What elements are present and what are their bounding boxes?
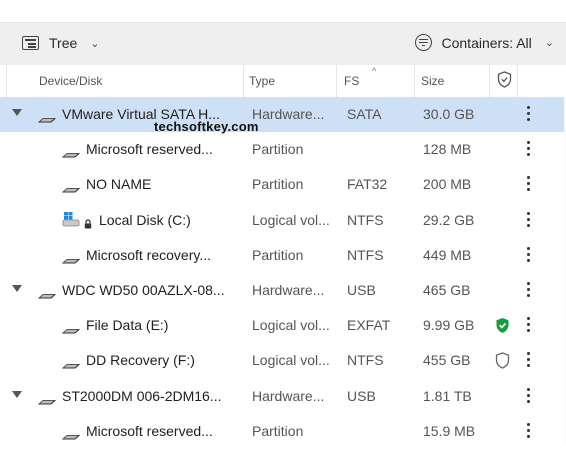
partition-name: Microsoft reserved... [86, 141, 213, 158]
disk-icon [61, 428, 81, 440]
containers-filter-label: Containers: All [441, 34, 532, 51]
more-options-icon[interactable] [527, 246, 531, 263]
column-header-fs[interactable]: FS [344, 74, 359, 88]
more-options-icon[interactable] [527, 176, 531, 192]
view-mode-dropdown[interactable]: Tree ⌄ [22, 35, 100, 51]
column-header-type[interactable]: Type [249, 74, 275, 88]
type-cell: Partition [252, 141, 304, 158]
size-cell: 200 MB [423, 176, 472, 193]
more-options-icon[interactable] [527, 106, 531, 122]
partition-name: NO NAME [86, 176, 152, 193]
more-options-icon[interactable] [527, 282, 531, 298]
partition-name: Local Disk (C:) [99, 211, 191, 228]
partition-row[interactable]: Microsoft recovery... Partition NTFS 449 MB [0, 238, 566, 273]
sort-ascending-icon: ^ [372, 66, 377, 76]
partition-name: File Data (E:) [86, 317, 169, 334]
expand-collapse-icon[interactable] [12, 109, 22, 116]
view-mode-label: Tree [49, 35, 78, 51]
type-cell: Hardware... [252, 106, 325, 122]
filter-icon [414, 34, 432, 51]
expand-collapse-icon[interactable] [12, 390, 22, 398]
column-header-size[interactable]: Size [421, 74, 444, 88]
disk-row[interactable]: VMware Virtual SATA H... Hardware... SATA 3… [0, 97, 566, 132]
more-options-icon[interactable] [527, 352, 531, 368]
toolbar: Tree ⌄ Containers: All ⌄ [0, 22, 566, 66]
chevron-down-icon: ⌄ [90, 37, 100, 50]
containers-filter-dropdown[interactable]: Containers: All ⌄ [414, 34, 554, 51]
fs-cell: NTFS [347, 352, 384, 369]
partition-row[interactable]: Microsoft reserved... Partition 128 MB [0, 132, 566, 167]
fs-cell: FAT32 [347, 176, 388, 193]
type-cell: Logical vol... [252, 211, 330, 228]
fs-cell: USB [347, 282, 376, 298]
more-options-icon[interactable] [527, 317, 531, 333]
type-cell: Logical vol... [252, 317, 330, 334]
type-cell: Partition [252, 422, 304, 439]
disk-row[interactable]: WDC WD50 00AZLX-08... Hardware... USB 465 G… [0, 273, 566, 308]
size-cell: 1.81 TB [423, 387, 472, 404]
type-cell: Partition [252, 246, 304, 263]
size-cell: 449 MB [423, 246, 472, 263]
disk-icon [61, 181, 81, 193]
column-divider[interactable] [517, 65, 518, 97]
partition-name: Microsoft reserved... [86, 422, 213, 439]
column-header-row: Device/Disk Type FS ^ Size [0, 65, 566, 98]
window-top-strip [0, 0, 566, 22]
type-cell: Logical vol... [252, 352, 330, 369]
protected-shield-icon[interactable] [495, 317, 510, 337]
column-divider[interactable] [243, 65, 244, 97]
tree-view-icon [22, 36, 39, 50]
disk-icon [61, 357, 81, 369]
fs-cell: NTFS [347, 246, 384, 263]
disk-name: ST2000DM 006-2DM16... [62, 387, 222, 404]
partition-row[interactable]: File Data (E:) Logical vol... EXFAT 9.99 GB [0, 308, 566, 343]
disk-icon [61, 252, 81, 264]
watermark-text: techsoftkey.com [154, 119, 259, 134]
disk-icon [37, 287, 57, 299]
size-cell: 30.0 GB [423, 106, 475, 122]
size-cell: 128 MB [423, 141, 472, 158]
column-divider[interactable] [489, 65, 490, 97]
fs-cell: EXFAT [347, 317, 391, 334]
fs-cell: USB [347, 387, 376, 404]
type-cell: Hardware... [252, 282, 325, 298]
partition-row[interactable]: Local Disk (C:) Logical vol... NTFS 29.2 GB [0, 203, 566, 238]
more-options-icon[interactable] [527, 422, 531, 439]
unprotected-shield-icon[interactable] [495, 352, 510, 372]
protection-column-shield-icon[interactable] [497, 71, 512, 91]
column-divider[interactable] [336, 65, 337, 97]
type-cell: Partition [252, 176, 304, 193]
fs-cell: NTFS [347, 211, 384, 228]
partition-row[interactable]: Microsoft reserved... Partition 15.9 MB [0, 414, 566, 449]
windows-disk-icon [62, 211, 80, 230]
partition-name: DD Recovery (F:) [86, 352, 195, 369]
fs-cell: SATA [347, 106, 382, 122]
partition-name: Microsoft recovery... [86, 246, 211, 263]
size-cell: 455 GB [423, 352, 471, 369]
disk-row[interactable]: ST2000DM 006-2DM16... Hardware... USB 1.81 … [0, 379, 566, 414]
column-header-device[interactable]: Device/Disk [39, 74, 102, 88]
expand-collapse-icon[interactable] [12, 285, 22, 292]
disk-icon [37, 393, 57, 405]
more-options-icon[interactable] [527, 141, 531, 157]
lock-icon [84, 216, 92, 232]
size-cell: 15.9 MB [423, 422, 476, 439]
more-options-icon[interactable] [527, 211, 531, 228]
type-cell: Hardware... [252, 387, 325, 404]
column-divider [6, 65, 7, 97]
disk-name: WDC WD50 00AZLX-08... [62, 282, 225, 298]
column-divider[interactable] [414, 65, 415, 97]
partition-row[interactable]: NO NAME Partition FAT32 200 MB [0, 167, 566, 202]
chevron-down-icon: ⌄ [544, 37, 554, 49]
disk-icon [61, 146, 81, 158]
disk-icon [61, 322, 81, 334]
size-cell: 29.2 GB [423, 211, 475, 228]
more-options-icon[interactable] [527, 387, 531, 404]
size-cell: 465 GB [423, 282, 471, 298]
partition-row[interactable]: DD Recovery (F:) Logical vol... NTFS 455 GB [0, 343, 566, 378]
size-cell: 9.99 GB [423, 317, 475, 334]
disk-icon [37, 111, 57, 123]
